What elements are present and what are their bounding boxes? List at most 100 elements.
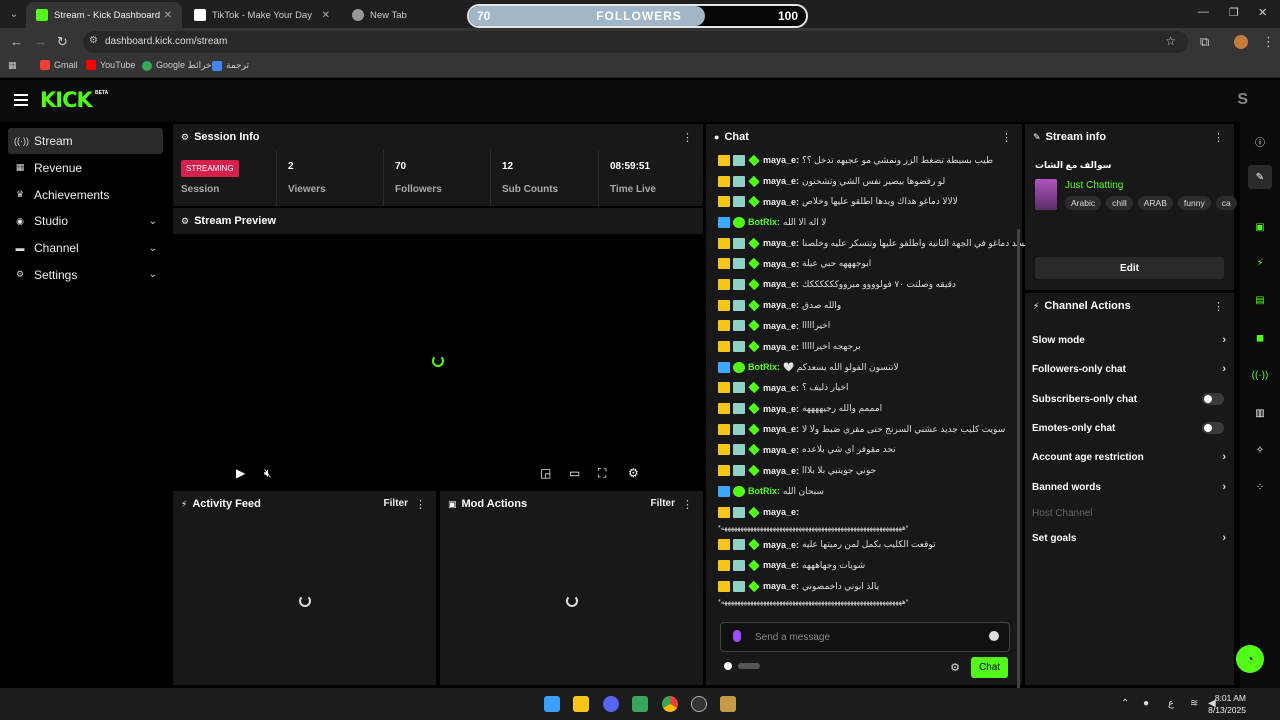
fullscreen-icon[interactable]: ⛶ (598, 466, 606, 481)
site-info-icon[interactable]: ⚙ (89, 35, 98, 46)
channel-action-emotes-only-chat[interactable]: Emotes-only chat (1032, 418, 1226, 438)
bookmark-star-icon[interactable]: ☆ (1165, 34, 1176, 48)
file-explorer-icon[interactable] (573, 696, 589, 712)
chat-username[interactable]: maya_e: (763, 342, 799, 352)
chrome-icon[interactable] (662, 696, 678, 712)
chat-username[interactable]: maya_e: (763, 507, 799, 517)
xbox-icon[interactable] (632, 696, 648, 712)
channel-action-followers-only-chat[interactable]: Followers-only chat › (1032, 359, 1226, 379)
chat-username[interactable]: BotRix: (748, 362, 780, 372)
chat-username[interactable]: maya_e: (763, 540, 799, 550)
profile-avatar[interactable] (1234, 35, 1248, 49)
chat-settings-icon[interactable]: ⚙ (950, 661, 960, 674)
chat-username[interactable]: maya_e: (763, 197, 799, 207)
close-window-icon[interactable]: ✕ (1258, 6, 1267, 19)
camera-icon[interactable]: ▣ (1248, 215, 1272, 239)
user-avatar[interactable]: S (1237, 91, 1248, 109)
microphone-icon[interactable] (733, 630, 741, 642)
chat-username[interactable]: BotRix: (748, 486, 780, 496)
chat-username[interactable]: maya_e: (763, 424, 799, 434)
channel-action-subscribers-only-chat[interactable]: Subscribers-only chat (1032, 389, 1226, 409)
browser-menu-icon[interactable]: ⋮ (1262, 34, 1275, 50)
theater-icon[interactable]: ▭ (569, 466, 580, 480)
channel-action-banned-words[interactable]: Banned words › (1032, 477, 1226, 497)
video-player[interactable]: ▶ 🔇︎ ◲ ▭ ⛶ ⚙ (173, 234, 703, 490)
lightning-icon[interactable]: ⚡ (1248, 251, 1272, 275)
game-icon[interactable] (720, 696, 736, 712)
minimize-icon[interactable]: — (1198, 6, 1209, 18)
tray-chevron-icon[interactable]: ⌃ (1121, 698, 1129, 709)
mic-tray-icon[interactable]: ● (1143, 698, 1149, 709)
sidebar-item-stream[interactable]: ((·)) Stream (8, 128, 163, 154)
chat-username[interactable]: maya_e: (763, 466, 799, 476)
sidebar-item-settings[interactable]: ⚙ Settings ⌄ (8, 262, 163, 288)
bookmark-google-maps[interactable]: Google خرائط (142, 60, 212, 71)
close-tab-icon[interactable]: ✕ (322, 10, 330, 21)
start-icon[interactable] (544, 696, 560, 712)
more-options-icon[interactable]: ⋮ (1213, 300, 1224, 313)
mod-filter-button[interactable]: Filter (651, 498, 675, 509)
reload-icon[interactable]: ↻ (57, 34, 68, 50)
sidebar-item-revenue[interactable]: ▦ Revenue (8, 155, 163, 181)
info-icon[interactable]: ⓘ (1248, 129, 1272, 153)
bookmark-translate[interactable]: ترجمة (212, 60, 249, 71)
chat-username[interactable]: maya_e: (763, 383, 799, 393)
chat-username[interactable]: maya_e: (763, 300, 799, 310)
discord-icon[interactable] (603, 696, 619, 712)
sidebar-item-studio[interactable]: ◉ Studio ⌄ (8, 208, 163, 234)
emoji-icon[interactable] (989, 631, 999, 641)
broadcast-icon[interactable]: ((·)) (1248, 363, 1272, 387)
stream-tag[interactable]: funny (1177, 196, 1211, 210)
chat-icon[interactable]: ◼ (1248, 326, 1272, 350)
play-icon[interactable]: ▶ (236, 466, 245, 480)
chat-username[interactable]: maya_e: (763, 155, 799, 165)
extensions-icon[interactable]: ⧉ (1200, 34, 1209, 50)
stream-tag[interactable]: ca (1215, 196, 1237, 210)
more-options-icon[interactable]: ⋮ (415, 498, 426, 511)
chat-username[interactable]: maya_e: (763, 238, 799, 248)
support-chat-icon[interactable]: ◔ (1236, 645, 1264, 673)
channel-action-slow-mode[interactable]: Slow mode › (1032, 330, 1226, 350)
more-options-icon[interactable]: ⋮ (1213, 131, 1224, 144)
mute-icon[interactable]: 🔇︎ (264, 466, 272, 481)
sidebar-item-achievements[interactable]: ♛ Achievements (8, 182, 163, 208)
wrench-icon[interactable]: ✧ (1248, 438, 1272, 462)
more-options-icon[interactable]: ⋮ (682, 131, 693, 144)
language-indicator[interactable]: ع (1168, 698, 1174, 709)
activity-filter-button[interactable]: Filter (384, 498, 408, 509)
more-options-icon[interactable]: ⋮ (1001, 131, 1012, 144)
chat-username[interactable]: maya_e: (763, 176, 799, 186)
apps-grid-icon[interactable]: ▦ (8, 60, 17, 71)
channel-points[interactable] (724, 662, 762, 670)
chat-scrollbar[interactable] (1017, 229, 1020, 709)
kick-logo[interactable]: KICK (40, 88, 93, 112)
channel-action-account-age-restriction[interactable]: Account age restriction › (1032, 447, 1226, 467)
more-tools-icon[interactable]: ⁘ (1248, 475, 1272, 499)
stream-category[interactable]: Just Chatting (1065, 180, 1123, 191)
sidebar-item-channel[interactable]: ▬ Channel ⌄ (8, 235, 163, 261)
layout-icon[interactable]: ▥ (1248, 401, 1272, 425)
bookmark-youtube[interactable]: YouTube (86, 60, 135, 70)
close-tab-icon[interactable]: ✕ (164, 10, 172, 21)
chat-username[interactable]: maya_e: (763, 259, 799, 269)
chat-username[interactable]: maya_e: (763, 581, 799, 591)
menu-hamburger-icon[interactable] (14, 94, 28, 106)
tab-new-tab[interactable]: New Tab (342, 2, 462, 28)
player-settings-icon[interactable]: ⚙ (628, 466, 639, 480)
pip-icon[interactable]: ◲ (540, 466, 551, 480)
wifi-icon[interactable]: ≋ (1190, 698, 1198, 709)
chat-username[interactable]: maya_e: (763, 321, 799, 331)
bookmark-gmail[interactable]: Gmail (40, 60, 78, 70)
channel-action-set-goals[interactable]: Set goals › (1032, 528, 1226, 548)
chat-username[interactable]: maya_e: (763, 560, 799, 570)
stream-tag[interactable]: Arabic (1065, 196, 1102, 210)
toggle-switch[interactable] (1202, 393, 1224, 405)
clipboard-icon[interactable]: ▤ (1248, 288, 1272, 312)
back-icon[interactable]: ← (10, 34, 23, 49)
more-options-icon[interactable]: ⋮ (682, 498, 693, 511)
edit-icon[interactable]: ✎ (1248, 165, 1272, 189)
toggle-switch[interactable] (1202, 422, 1224, 434)
system-clock[interactable]: 8:01 AM 8/13/2025 (1208, 692, 1246, 716)
restore-icon[interactable]: ❐ (1229, 6, 1239, 19)
stream-tag[interactable]: chill (1106, 196, 1133, 210)
